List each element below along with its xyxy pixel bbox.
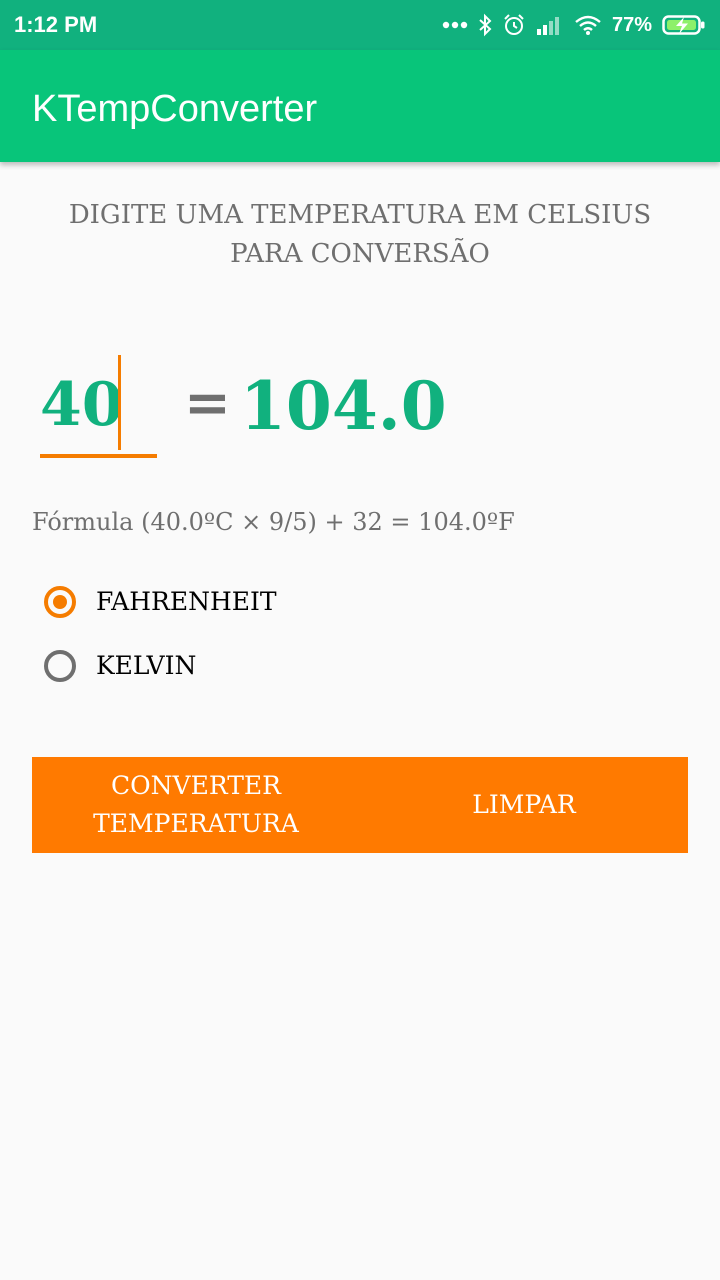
radio-fahrenheit[interactable]: FAHRENHEIT [44,582,277,622]
wifi-icon [575,15,601,35]
instructions-text: DIGITE UMA TEMPERATURA EM CELSIUS PARA C… [0,196,720,274]
result-value: 104.0 [240,367,447,445]
bluetooth-icon [479,13,492,37]
status-time: 1:12 PM [14,12,98,37]
alarm-icon [504,14,524,35]
battery-percent: 77% [611,13,652,36]
status-bar: 1:12 PM 77% [0,0,720,50]
celsius-input[interactable]: 40 [40,370,156,440]
radio-kelvin[interactable]: KELVIN [44,646,196,686]
instructions-line-2: PARA CONVERSÃO [230,239,490,269]
instructions-line-1: DIGITE UMA TEMPERATURA EM CELSIUS [68,200,652,230]
text-cursor [118,355,121,450]
equals-sign: = [184,370,231,436]
radio-kelvin-label[interactable]: KELVIN [96,650,196,682]
convert-button[interactable]: CONVERTER TEMPERATURA [32,757,360,853]
radio-checked-icon[interactable] [44,586,76,618]
signal-icon [536,17,559,35]
app-title: KTempConverter [32,88,318,130]
battery-charging-icon [662,15,705,35]
radio-fahrenheit-label[interactable]: FAHRENHEIT [96,586,277,618]
status-icons: 77% [432,10,706,40]
formula-text: Fórmula (40.0ºC × 9/5) + 32 = 104.0ºF [32,508,515,536]
button-bar: CONVERTER TEMPERATURA LIMPAR [32,757,688,853]
more-dots-icon [442,21,468,29]
radio-unchecked-icon[interactable] [44,650,76,682]
input-underline [40,454,157,458]
clear-button[interactable]: LIMPAR [360,757,688,853]
